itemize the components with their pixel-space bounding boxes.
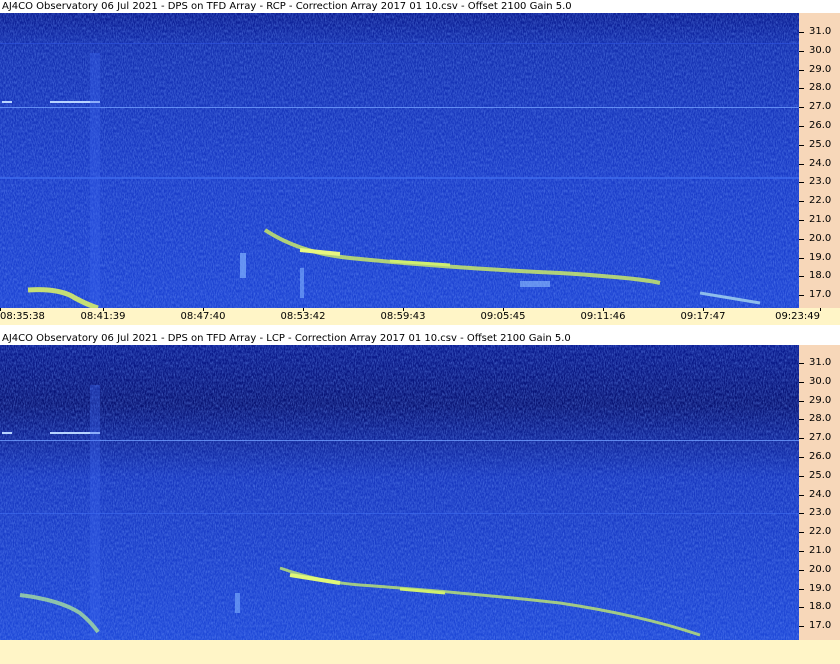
frequency-label: 19.0 bbox=[809, 582, 832, 594]
frequency-label: 25.0 bbox=[809, 469, 832, 481]
frequency-tick bbox=[799, 295, 804, 297]
time-label: 08:35:38 bbox=[0, 311, 45, 322]
frequency-tick bbox=[799, 626, 804, 628]
frequency-tick bbox=[799, 363, 804, 364]
frequency-label: 24.0 bbox=[809, 157, 832, 169]
frequency-tick bbox=[799, 551, 804, 552]
frequency-tick bbox=[799, 607, 804, 609]
frequency-tick bbox=[799, 32, 804, 33]
frequency-label: 27.0 bbox=[809, 101, 832, 113]
frequency-tick bbox=[799, 419, 804, 421]
frequency-label: 20.0 bbox=[809, 232, 832, 244]
frequency-tick bbox=[799, 276, 804, 278]
time-tick bbox=[820, 308, 821, 311]
frequency-label: 27.0 bbox=[809, 432, 832, 444]
frequency-tick bbox=[799, 220, 804, 221]
frequency-label: 26.0 bbox=[809, 120, 832, 131]
frequency-tick bbox=[799, 88, 804, 90]
frequency-tick bbox=[799, 163, 804, 165]
time-label: 08:47:40 bbox=[180, 311, 226, 322]
frequency-tick bbox=[799, 69, 804, 71]
time-label: 09:17:47 bbox=[680, 311, 726, 322]
frequency-axis-lcp: 31.0 30.0 29.0 28.0 27.0 26.0 25.0 24.0 23.0 22.0… bbox=[799, 345, 840, 640]
frequency-tick bbox=[799, 569, 804, 571]
time-axis-rcp: 08:35:38 08:41:39 08:47:40 08:53:42 08:59:43… bbox=[0, 308, 840, 325]
spectrogram-lcp[interactable] bbox=[0, 345, 799, 640]
frequency-label: 20.0 bbox=[809, 563, 832, 575]
frequency-tick bbox=[799, 494, 804, 496]
time-label: 08:59:43 bbox=[380, 311, 426, 322]
time-label: 09:23:49 bbox=[775, 311, 820, 322]
frequency-label: 28.0 bbox=[809, 82, 832, 94]
time-label: 08:41:39 bbox=[80, 311, 126, 322]
frequency-label: 17.0 bbox=[809, 289, 832, 301]
frequency-tick bbox=[799, 201, 804, 203]
time-label: 09:05:45 bbox=[480, 311, 526, 322]
frequency-label: 25.0 bbox=[809, 138, 832, 150]
frequency-tick bbox=[799, 238, 804, 240]
frequency-tick bbox=[799, 257, 804, 259]
panel-title-lcp: AJ4CO Observatory 06 Jul 2021 - DPS on T… bbox=[2, 333, 571, 344]
frequency-tick bbox=[799, 50, 804, 52]
frequency-label: 23.0 bbox=[809, 507, 832, 519]
frequency-tick bbox=[799, 457, 804, 458]
panel-title-rcp: AJ4CO Observatory 06 Jul 2021 - DPS on T… bbox=[2, 1, 572, 12]
frequency-label: 26.0 bbox=[809, 451, 832, 462]
frequency-label: 29.0 bbox=[809, 63, 832, 75]
frequency-label: 28.0 bbox=[809, 413, 832, 425]
frequency-label: 30.0 bbox=[809, 375, 832, 387]
frequency-tick bbox=[799, 532, 804, 534]
frequency-label: 31.0 bbox=[809, 26, 832, 37]
time-label: 09:11:46 bbox=[580, 311, 626, 322]
frequency-tick bbox=[799, 381, 804, 383]
frequency-tick bbox=[799, 107, 804, 109]
frequency-label: 19.0 bbox=[809, 251, 832, 263]
frequency-label: 23.0 bbox=[809, 176, 832, 188]
frequency-label: 29.0 bbox=[809, 394, 832, 406]
frequency-tick bbox=[799, 182, 804, 184]
frequency-label: 18.0 bbox=[809, 270, 832, 282]
frequency-label: 18.0 bbox=[809, 601, 832, 613]
frequency-label: 21.0 bbox=[809, 545, 832, 556]
spectrogram-rcp[interactable] bbox=[0, 13, 799, 308]
frequency-label: 22.0 bbox=[809, 195, 832, 207]
frequency-label: 22.0 bbox=[809, 526, 832, 538]
frequency-label: 31.0 bbox=[809, 357, 832, 368]
frequency-tick bbox=[799, 438, 804, 440]
frequency-tick bbox=[799, 144, 804, 146]
frequency-tick bbox=[799, 400, 804, 402]
frequency-axis-rcp: 31.0 30.0 29.0 28.0 27.0 26.0 25.0 24.0 23.0 22.0… bbox=[799, 13, 840, 308]
frequency-label: 17.0 bbox=[809, 620, 832, 632]
time-axis-lcp bbox=[0, 640, 840, 664]
frequency-tick bbox=[799, 588, 804, 590]
frequency-tick bbox=[799, 513, 804, 515]
frequency-label: 21.0 bbox=[809, 214, 832, 225]
frequency-label: 24.0 bbox=[809, 488, 832, 500]
frequency-tick bbox=[799, 475, 804, 477]
time-label: 08:53:42 bbox=[280, 311, 326, 322]
frequency-label: 30.0 bbox=[809, 44, 832, 56]
frequency-tick bbox=[799, 126, 804, 127]
